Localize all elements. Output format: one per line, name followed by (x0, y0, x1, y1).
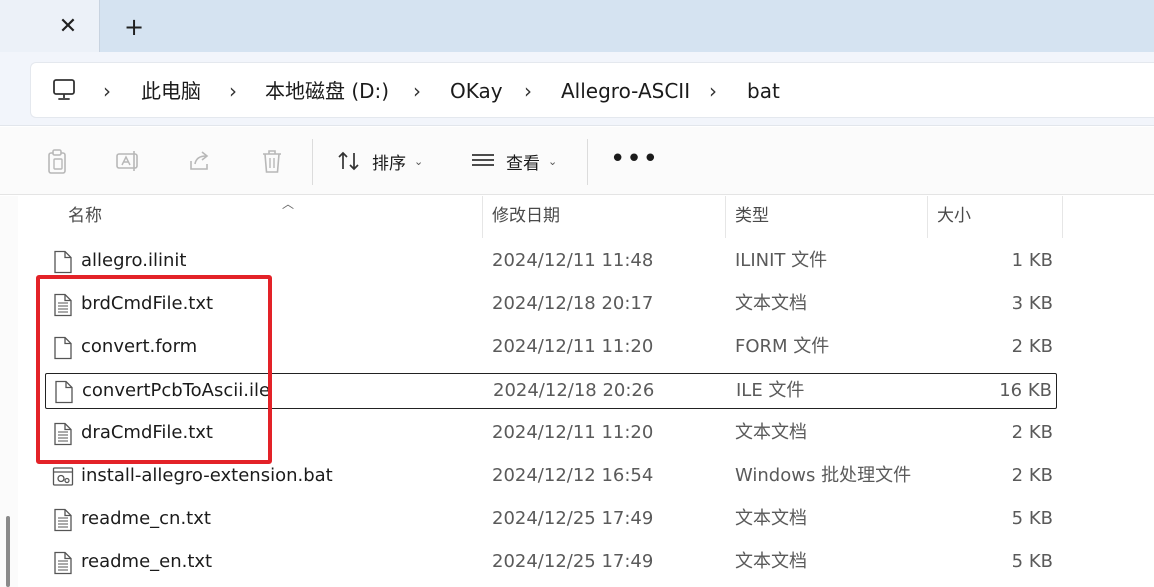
column-header-type[interactable]: 类型 (725, 196, 769, 238)
toolbar-divider (312, 139, 313, 185)
file-name: convertPcbToAscii.ile (82, 380, 271, 401)
file-type: FORM 文件 (735, 336, 830, 357)
breadcrumb-chevron-icon[interactable]: › (709, 80, 717, 102)
blank-file-icon (55, 380, 73, 404)
file-type: 文本文档 (735, 508, 807, 529)
file-modified: 2024/12/18 20:26 (493, 380, 655, 401)
sort-up-icon: ︿ (282, 197, 295, 211)
breadcrumb[interactable]: › 此电脑 › 本地磁盘 (D:) › OKay › Allegro-ASCII… (30, 62, 1154, 118)
text-file-icon (54, 551, 72, 575)
sort-label: 排序 (372, 153, 406, 174)
column-divider[interactable] (1062, 196, 1063, 238)
chevron-down-icon: ⌄ (548, 154, 558, 168)
breadcrumb-item-drive-d[interactable]: 本地磁盘 (D:) (265, 78, 389, 104)
rename-icon[interactable] (115, 147, 141, 175)
file-name: readme_en.txt (81, 551, 213, 572)
toolbar-divider (587, 139, 588, 185)
view-button[interactable]: 查看 ⌄ (470, 145, 557, 177)
file-modified: 2024/12/12 16:54 (492, 465, 654, 486)
breadcrumb-chevron-icon[interactable]: › (229, 80, 237, 102)
blank-file-icon (54, 336, 72, 360)
file-row[interactable]: convert.form 2024/12/11 11:20 FORM 文件 2 KB (45, 330, 1057, 366)
tab-strip: ✕ + (0, 0, 1154, 52)
file-type: ILINIT 文件 (735, 250, 828, 271)
breadcrumb-item-this-pc[interactable]: 此电脑 (141, 78, 201, 104)
breadcrumb-chevron-icon[interactable]: › (413, 80, 421, 102)
file-type: 文本文档 (735, 551, 807, 572)
column-header-size[interactable]: 大小 (927, 196, 971, 238)
file-type: ILE 文件 (736, 380, 805, 401)
file-row[interactable]: brdCmdFile.txt 2024/12/18 20:17 文本文档 3 KB (45, 287, 1057, 323)
this-pc-icon[interactable] (51, 77, 77, 103)
breadcrumb-item-bat[interactable]: bat (747, 78, 780, 104)
file-name: convert.form (81, 336, 198, 357)
batch-file-icon (52, 467, 74, 486)
file-type: 文本文档 (735, 293, 807, 314)
file-name: readme_cn.txt (81, 508, 211, 529)
file-modified: 2024/12/18 20:17 (492, 293, 654, 314)
command-bar: 排序 ⌄ 查看 ⌄ ••• (0, 127, 1154, 195)
file-name: brdCmdFile.txt (81, 293, 214, 314)
file-size: 1 KB (1011, 250, 1053, 271)
file-row[interactable]: allegro.ilinit 2024/12/11 11:48 ILINIT 文件 1… (45, 244, 1057, 280)
file-size: 2 KB (1011, 422, 1053, 443)
delete-icon[interactable] (259, 147, 285, 175)
text-file-icon (54, 293, 72, 317)
file-size: 2 KB (1011, 465, 1053, 486)
navigation-pane-edge (0, 196, 18, 587)
file-row[interactable]: convertPcbToAscii.ile 2024/12/18 20:26 ILE… (45, 373, 1057, 409)
file-row[interactable]: readme_en.txt 2024/12/25 17:49 文本文档 5 KB (45, 545, 1057, 581)
copy-icon[interactable] (44, 147, 70, 175)
file-size: 16 KB (999, 380, 1052, 401)
column-header-modified[interactable]: 修改日期 (482, 196, 560, 238)
file-row[interactable]: draCmdFile.txt 2024/12/11 11:20 文本文档 2 KB (45, 416, 1057, 452)
breadcrumb-chevron-icon[interactable]: › (103, 80, 111, 102)
file-type: 文本文档 (735, 422, 807, 443)
breadcrumb-item-allegro-ascii[interactable]: Allegro-ASCII (561, 78, 690, 104)
file-list: ︿ 名称 修改日期 类型 大小 allegro.ilinit 2024/12/11… (0, 196, 1154, 587)
file-size: 5 KB (1011, 551, 1053, 572)
text-file-icon (54, 422, 72, 446)
file-type: Windows 批处理文件 (735, 465, 912, 486)
file-name: draCmdFile.txt (81, 422, 213, 443)
address-area: › 此电脑 › 本地磁盘 (D:) › OKay › Allegro-ASCII… (0, 52, 1154, 126)
file-modified: 2024/12/11 11:20 (492, 422, 654, 443)
text-file-icon (54, 508, 72, 532)
breadcrumb-item-okay[interactable]: OKay (450, 78, 503, 104)
file-row[interactable]: install-allegro-extension.bat 2024/12/12 … (45, 459, 1057, 495)
close-tab-icon[interactable]: ✕ (56, 14, 80, 39)
view-label: 查看 (506, 153, 540, 174)
active-tab[interactable]: ✕ (0, 0, 100, 52)
file-size: 3 KB (1011, 293, 1053, 314)
breadcrumb-chevron-icon[interactable]: › (524, 80, 532, 102)
file-row[interactable]: readme_cn.txt 2024/12/25 17:49 文本文档 5 KB (45, 502, 1057, 538)
scrollbar-thumb[interactable] (6, 516, 10, 587)
file-size: 2 KB (1011, 336, 1053, 357)
chevron-down-icon: ⌄ (414, 154, 424, 168)
file-modified: 2024/12/11 11:20 (492, 336, 654, 357)
more-options-icon[interactable]: ••• (610, 146, 659, 172)
sort-icon (338, 151, 359, 171)
file-modified: 2024/12/25 17:49 (492, 508, 654, 529)
column-header-name[interactable]: 名称 (58, 196, 102, 238)
file-modified: 2024/12/11 11:48 (492, 250, 654, 271)
sort-button[interactable]: 排序 ⌄ (336, 145, 423, 177)
file-name: install-allegro-extension.bat (81, 465, 333, 486)
column-header-row: ︿ 名称 修改日期 类型 大小 (18, 196, 1154, 238)
file-size: 5 KB (1011, 508, 1053, 529)
view-list-icon (472, 154, 494, 166)
new-tab-icon[interactable]: + (120, 13, 148, 41)
file-modified: 2024/12/25 17:49 (492, 551, 654, 572)
blank-file-icon (54, 250, 72, 274)
file-name: allegro.ilinit (81, 250, 187, 271)
share-icon[interactable] (187, 147, 213, 175)
